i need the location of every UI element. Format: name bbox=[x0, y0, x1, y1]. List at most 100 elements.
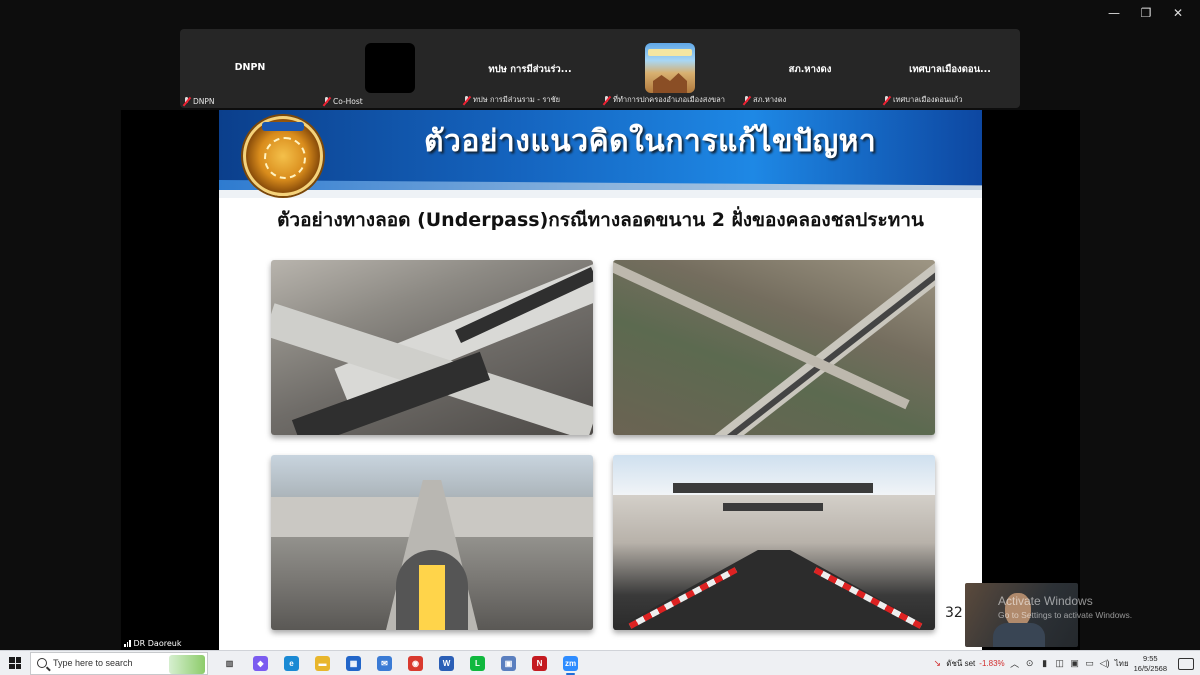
stock-name: ดัชนี set bbox=[946, 659, 976, 668]
participant-video-off bbox=[365, 43, 415, 93]
mail-icon: ✉ bbox=[377, 655, 392, 671]
slide-title: ตัวอย่างแนวคิดในการแก้ไขปัญหา bbox=[424, 124, 877, 159]
participant-label: เทศบาลเมืองดอนแก้ว bbox=[883, 94, 963, 106]
mic-muted-icon bbox=[463, 95, 470, 105]
participant-label: DNPN bbox=[183, 97, 215, 106]
system-tray: ↘ ดัชนี set -1.83% ︿ ⊙ ▮ ◫ ▣ ▭ ◁) ไทย 9:… bbox=[932, 651, 1200, 675]
microphone-icon[interactable]: ▮ bbox=[1040, 658, 1050, 669]
chrome-taskbar-button[interactable]: ◉ bbox=[400, 651, 431, 675]
search-highlight-image bbox=[169, 654, 205, 674]
participant-label: ทปษ การมีส่วนราม - ราชัย bbox=[463, 94, 560, 106]
participant-name: ที่ทำการปกครองอำเภอเมืองสงขลา bbox=[613, 95, 725, 104]
activate-windows-watermark: Activate Windows Go to Settings to activ… bbox=[998, 594, 1132, 620]
zoom-icon: zm bbox=[563, 655, 578, 671]
participant-tile[interactable]: DNPN DNPN bbox=[180, 29, 320, 108]
underpass-render-aerial-2 bbox=[613, 260, 935, 435]
participant-strip: DNPN DNPN Co-Host ทปษ การมีส่วนร่ว... ทปษ กา… bbox=[180, 29, 1020, 108]
word-icon: W bbox=[439, 655, 454, 671]
edge-icon: e bbox=[284, 655, 299, 671]
line-taskbar-button[interactable]: L bbox=[462, 651, 493, 675]
mic-muted-icon bbox=[603, 95, 610, 105]
location-icon[interactable]: ⊙ bbox=[1025, 658, 1035, 669]
restore-button[interactable]: ❐ bbox=[1130, 4, 1162, 22]
participant-label: สภ.หางดง bbox=[743, 94, 786, 106]
underpass-render-intersection bbox=[271, 455, 593, 630]
participant-tile[interactable]: Co-Host bbox=[320, 29, 460, 108]
watermark-line-2: Go to Settings to activate Windows. bbox=[998, 610, 1133, 620]
participant-label: Co-Host bbox=[323, 97, 363, 106]
store-taskbar-button[interactable]: ▦ bbox=[338, 651, 369, 675]
close-button[interactable]: ✕ bbox=[1162, 4, 1194, 22]
participant-tile-name: สภ.หางดง bbox=[788, 64, 832, 75]
copilot-taskbar-button[interactable]: ◆ bbox=[245, 651, 276, 675]
network-icon[interactable]: ▭ bbox=[1085, 658, 1095, 669]
word-taskbar-button[interactable]: W bbox=[431, 651, 462, 675]
mail-taskbar-button[interactable]: ✉ bbox=[369, 651, 400, 675]
search-icon bbox=[37, 658, 47, 668]
participant-tile-name: เทศบาลเมืองดอน... bbox=[909, 64, 991, 75]
participant-name: เทศบาลเมืองดอนแก้ว bbox=[893, 95, 963, 104]
taskbar-search-box[interactable]: Type here to search bbox=[30, 651, 208, 675]
mic-muted-icon bbox=[883, 95, 890, 105]
participant-profile-image bbox=[645, 43, 695, 93]
participant-name: ทปษ การมีส่วนราม - ราชัย bbox=[473, 95, 561, 104]
slide-subtitle: ตัวอย่างทางลอด (Underpass)กรณีทางลอดขนาน… bbox=[277, 209, 924, 231]
minimize-button[interactable]: — bbox=[1098, 4, 1130, 22]
presentation-slide: ตัวอย่างแนวคิดในการแก้ไขปัญหา ตัวอย่างทา… bbox=[219, 110, 982, 650]
watermark-line-1: Activate Windows bbox=[998, 594, 1093, 608]
clock[interactable]: 9:55 16/5/2568 bbox=[1134, 654, 1167, 674]
input-language[interactable]: ไทย bbox=[1115, 657, 1129, 670]
volume-icon[interactable]: ◁) bbox=[1100, 658, 1110, 669]
stock-chart-icon: ↘ bbox=[933, 658, 942, 668]
photos-icon: ▣ bbox=[501, 655, 516, 671]
file-explorer-icon: ▬ bbox=[315, 655, 330, 671]
netflix-icon: N bbox=[532, 655, 547, 671]
clock-time: 9:55 bbox=[1143, 653, 1158, 663]
underpass-render-aerial-1 bbox=[271, 260, 593, 435]
taskbar: Type here to search ▥ ◆ e ▬ ▦ ✉ ◉ W L ▣ Nzm ↘ ดัชน… bbox=[0, 650, 1200, 675]
participant-tile[interactable]: เทศบาลเมืองดอน... เทศบาลเมืองดอนแก้ว bbox=[880, 29, 1020, 108]
active-speaker-label: DR Daoreuk bbox=[121, 638, 185, 649]
taskbar-apps: ▥ ◆ e ▬ ▦ ✉ ◉ W L ▣ Nzm bbox=[214, 651, 586, 675]
participant-tile[interactable]: ทปษ การมีส่วนร่ว... ทปษ การมีส่วนราม - รา… bbox=[460, 29, 600, 108]
copilot-icon: ◆ bbox=[253, 655, 268, 671]
window-controls: — ❐ ✕ bbox=[1098, 4, 1194, 22]
notification-icon[interactable] bbox=[1178, 657, 1194, 670]
line-icon: L bbox=[470, 655, 485, 671]
participant-tile-name: DNPN bbox=[234, 62, 266, 73]
participant-tile-name: ทปษ การมีส่วนร่ว... bbox=[488, 64, 572, 75]
store-icon: ▦ bbox=[346, 655, 361, 671]
zoom-taskbar-button[interactable]: zm bbox=[555, 651, 586, 675]
chrome-icon: ◉ bbox=[408, 655, 423, 671]
slide-banner: ตัวอย่างแนวคิดในการแก้ไขปัญหา bbox=[219, 110, 982, 198]
clock-date: 16/5/2568 bbox=[1133, 663, 1167, 673]
windows-logo-icon bbox=[9, 657, 21, 669]
netflix-taskbar-button[interactable]: N bbox=[524, 651, 555, 675]
mic-muted-icon bbox=[323, 97, 330, 106]
participant-name: สภ.หางดง bbox=[753, 95, 787, 104]
slide-page-number: 32 bbox=[945, 605, 963, 621]
edge-taskbar-button[interactable]: e bbox=[276, 651, 307, 675]
signal-bars-icon bbox=[124, 640, 131, 647]
chevron-up-icon[interactable]: ︿ bbox=[1010, 659, 1020, 669]
participant-label: ที่ทำการปกครองอำเภอเมืองสงขลา bbox=[603, 94, 725, 106]
task-view-taskbar-button[interactable]: ▥ bbox=[214, 651, 245, 675]
zoom-tray-icon[interactable]: ◫ bbox=[1055, 658, 1065, 669]
screen: — ❐ ✕ DNPN DNPN Co-Host ทปษ การมีส่วนร่ว...… bbox=[0, 0, 1200, 675]
participant-tile[interactable]: ที่ทำการปกครองอำเภอเมืองสงขลา bbox=[600, 29, 740, 108]
stock-widget[interactable]: ↘ ดัชนี set -1.83% bbox=[932, 657, 1005, 670]
photos-taskbar-button[interactable]: ▣ bbox=[493, 651, 524, 675]
search-placeholder: Type here to search bbox=[53, 658, 133, 668]
mic-muted-icon bbox=[743, 95, 750, 105]
speaker-name: DR Daoreuk bbox=[133, 639, 182, 648]
mic-muted-icon bbox=[183, 97, 190, 106]
underpass-render-tunnel bbox=[613, 455, 935, 630]
task-view-icon: ▥ bbox=[225, 658, 234, 668]
organization-emblem-icon bbox=[243, 116, 323, 196]
participant-tile[interactable]: สภ.หางดง สภ.หางดง bbox=[740, 29, 880, 108]
start-button[interactable] bbox=[0, 651, 30, 675]
file-explorer-taskbar-button[interactable]: ▬ bbox=[307, 651, 338, 675]
stock-change: -1.83% bbox=[979, 659, 1005, 668]
camera-icon[interactable]: ▣ bbox=[1070, 658, 1080, 669]
participant-name: DNPN bbox=[193, 97, 215, 106]
